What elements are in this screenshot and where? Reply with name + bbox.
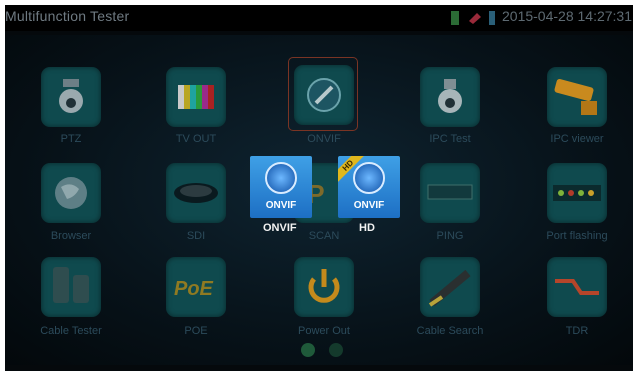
app-label: TDR <box>565 325 589 337</box>
onvif-option-button[interactable]: ONVIF <box>250 156 312 218</box>
app-label: Power Out <box>298 325 350 337</box>
battery-icon <box>451 11 459 25</box>
app-port-flashing[interactable] <box>547 163 607 223</box>
app-label: SDI <box>186 230 206 242</box>
bullet-camera-icon <box>554 78 597 115</box>
globe-icon <box>55 177 87 209</box>
app-label: POE <box>184 325 208 337</box>
onvif-option-tile-text: ONVIF <box>265 200 297 211</box>
tdr-icon <box>555 279 599 295</box>
power-icon <box>308 269 340 303</box>
app-label: Cable Tester <box>40 325 102 337</box>
app-power-out[interactable] <box>294 257 354 317</box>
onvif-tool-icon <box>265 162 297 194</box>
hd-badge: HD <box>338 156 366 184</box>
app-ping[interactable] <box>420 163 480 223</box>
app-cable-search[interactable] <box>420 257 480 317</box>
cable-tester-icon <box>53 267 89 303</box>
app-ipc-test[interactable] <box>420 67 480 127</box>
app-tv-out[interactable] <box>166 67 226 127</box>
onvif-hd-option-tile-text: ONVIF <box>353 200 385 211</box>
app-label: PING <box>436 230 464 242</box>
ip-camera-icon <box>438 79 462 113</box>
poe-icon: PoE <box>174 278 214 300</box>
onvif-hd-option-button[interactable]: HD ONVIF <box>338 156 400 218</box>
app-label: ONVIF <box>307 133 341 145</box>
app-label: Browser <box>50 230 92 242</box>
app-label: IPC Test <box>429 133 471 145</box>
hd-badge-text: HD <box>338 156 366 184</box>
app-grid: PTZ TV OUT ONVIF IPC Test IPC viewer Bro… <box>5 35 633 365</box>
svg-text:PoE: PoE <box>174 278 214 300</box>
onvif-option-label: ONVIF <box>263 222 297 234</box>
page-dot-active[interactable] <box>301 343 315 357</box>
charge-icon <box>467 11 483 25</box>
cable-search-icon <box>428 269 471 307</box>
signal-icon <box>489 11 495 25</box>
device-screen: Multifunction Tester 2015-04-28 14:27:31… <box>5 5 633 371</box>
app-label: IPC viewer <box>550 133 604 145</box>
app-poe[interactable]: PoE <box>166 257 226 317</box>
app-cable-tester[interactable] <box>41 257 101 317</box>
onvif-hd-option-label: HD <box>359 222 375 234</box>
color-bars-icon <box>178 85 214 109</box>
app-label: PTZ <box>60 133 82 145</box>
app-sdi[interactable] <box>166 163 226 223</box>
dome-camera-icon <box>174 183 218 203</box>
app-tdr[interactable] <box>547 257 607 317</box>
onvif-icon <box>307 78 341 112</box>
app-ptz[interactable] <box>41 67 101 127</box>
app-browser[interactable] <box>41 163 101 223</box>
app-label: TV OUT <box>175 133 217 145</box>
port-lights-icon <box>553 185 601 201</box>
status-bar: Multifunction Tester 2015-04-28 14:27:31 <box>5 5 633 31</box>
ping-icon <box>427 184 473 200</box>
app-label: Cable Search <box>416 325 484 337</box>
app-ipc-viewer[interactable] <box>547 67 607 127</box>
app-title: Multifunction Tester <box>5 8 130 24</box>
datetime: 2015-04-28 14:27:31 <box>502 8 632 24</box>
app-onvif[interactable] <box>294 65 354 125</box>
ptz-camera-icon <box>59 79 83 113</box>
page-dot[interactable] <box>329 343 343 357</box>
app-label: Port flashing <box>546 230 608 242</box>
